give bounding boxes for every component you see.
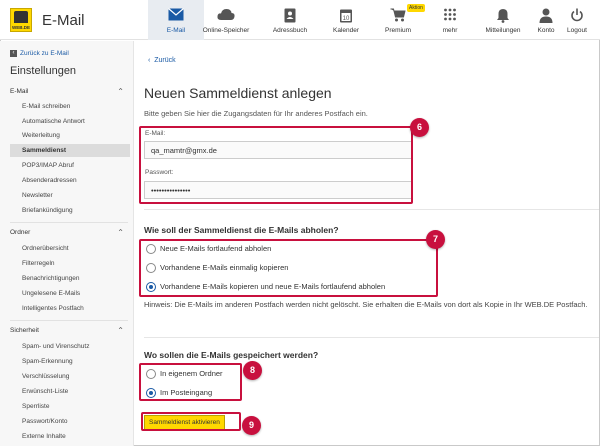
- back-label: Zurück: [154, 57, 176, 64]
- nav-email[interactable]: E-Mail: [148, 0, 204, 40]
- envelope-icon: [168, 8, 184, 21]
- nav-premium[interactable]: Aktion Premium: [370, 0, 426, 40]
- cloud-icon: [217, 9, 235, 20]
- cart-icon: [390, 8, 406, 22]
- bell-icon: [497, 9, 509, 23]
- nav-label: Kalender: [332, 27, 360, 34]
- sidebar-item-sperrliste[interactable]: Sperrliste: [10, 400, 130, 413]
- group-label: Ordner: [10, 229, 31, 236]
- sidebar-title: Einstellungen: [10, 65, 77, 77]
- back-link[interactable]: ‹ Zurück: [148, 57, 176, 64]
- sidebar-item-sammeldienst[interactable]: Sammeldienst: [10, 144, 130, 157]
- sidebar-item-weiterleitung[interactable]: Weiterleitung: [10, 129, 130, 142]
- fetch-heading: Wie soll der Sammeldienst die E-Mails ab…: [144, 225, 339, 235]
- highlight-box-activate-button: [141, 412, 241, 431]
- back-to-email-link[interactable]: ‹ Zurück zu E-Mail: [10, 50, 69, 57]
- sidebar-item-absenderadressen[interactable]: Absenderadressen: [10, 174, 130, 187]
- sidebar-item-passwort-konto[interactable]: Passwort/Konto: [10, 415, 130, 428]
- chevron-up-icon: ⌃: [117, 326, 124, 335]
- chevron-up-icon: ⌃: [117, 228, 124, 237]
- sidebar-item-erwuenscht-liste[interactable]: Erwünscht-Liste: [10, 385, 130, 398]
- highlight-box-fetch-options: [139, 239, 438, 297]
- highlight-box-store-options: [139, 363, 242, 401]
- highlight-box-credentials: [139, 126, 413, 204]
- nav-logout[interactable]: Logout: [554, 0, 600, 40]
- group-label: E-Mail: [10, 88, 29, 95]
- sidebar-group-ordner[interactable]: Ordner ⌃: [10, 228, 128, 237]
- top-bar: WEB.DE E-Mail E-Mail Online-Speicher Adr…: [0, 0, 600, 40]
- logo-text: WEB.DE: [12, 25, 30, 30]
- chevron-left-icon: ‹: [148, 57, 151, 64]
- sidebar-item-verschluesselung[interactable]: Verschlüsselung: [10, 370, 130, 383]
- divider: [144, 337, 599, 338]
- page-subtitle: Bitte geben Sie hier die Zugangsdaten fü…: [144, 109, 368, 118]
- sidebar-item-benachrichtigungen[interactable]: Benachrichtigungen: [10, 272, 130, 285]
- nav-label: mehr: [442, 27, 458, 34]
- sidebar-item-intelligentes-postfach[interactable]: Intelligentes Postfach: [10, 302, 130, 315]
- nav-label: E-Mail: [166, 27, 186, 34]
- user-icon: [539, 8, 553, 23]
- webde-logo[interactable]: WEB.DE: [10, 8, 32, 32]
- store-heading: Wo sollen die E-Mails gespeichert werden…: [144, 350, 319, 360]
- page-title: Neuen Sammeldienst anlegen: [144, 85, 332, 101]
- sidebar-item-externe-inhalte[interactable]: Externe Inhalte: [10, 430, 130, 443]
- hint-text: Hinweis: Die E-Mails im anderen Postfach…: [144, 300, 588, 309]
- nav-mehr[interactable]: mehr: [422, 0, 478, 40]
- divider: [144, 209, 599, 210]
- calendar-day: 10: [343, 16, 350, 22]
- step-number-badge: 7: [426, 230, 445, 249]
- step-number-badge: 9: [242, 416, 261, 435]
- nav-label: Online-Speicher: [202, 27, 250, 34]
- group-label: Sicherheit: [10, 327, 39, 334]
- settings-sidebar: ‹ Zurück zu E-Mail Einstellungen E-Mail ⌃…: [0, 41, 134, 446]
- nav-label: Adressbuch: [272, 27, 308, 34]
- nav-label: Logout: [567, 27, 587, 34]
- nav-kalender[interactable]: 10 Kalender: [318, 0, 374, 40]
- sidebar-item-filterregeln[interactable]: Filterregeln: [10, 257, 130, 270]
- nav-label: Premium: [384, 27, 411, 34]
- chevron-left-icon: ‹: [10, 50, 17, 57]
- divider: [10, 320, 128, 321]
- sidebar-item-briefankuendigung[interactable]: Briefankündigung: [10, 204, 130, 217]
- calendar-icon: 10: [340, 9, 352, 23]
- sidebar-group-email[interactable]: E-Mail ⌃: [10, 87, 128, 96]
- sidebar-item-pop3-imap[interactable]: POP3/IMAP Abruf: [10, 159, 130, 172]
- nav-adressbuch[interactable]: Adressbuch: [262, 0, 318, 40]
- back-to-email-label: Zurück zu E-Mail: [20, 50, 69, 58]
- nav-online-speicher[interactable]: Online-Speicher: [197, 0, 255, 40]
- step-number-badge: 6: [410, 118, 429, 137]
- sidebar-item-automatische-antwort[interactable]: Automatische Antwort: [10, 115, 130, 128]
- power-icon: [571, 8, 583, 22]
- grid-icon: [444, 8, 456, 21]
- sidebar-item-spam-erkennung[interactable]: Spam-Erkennung: [10, 355, 130, 368]
- sidebar-group-sicherheit[interactable]: Sicherheit ⌃: [10, 326, 128, 335]
- sidebar-item-email-schreiben[interactable]: E-Mail schreiben: [10, 100, 130, 113]
- app-title: E-Mail: [42, 12, 85, 29]
- chevron-up-icon: ⌃: [117, 87, 124, 96]
- sidebar-item-ungelesene-emails[interactable]: Ungelesene E-Mails: [10, 287, 130, 300]
- sidebar-item-ordneruebersicht[interactable]: Ordnerübersicht: [10, 242, 130, 255]
- divider: [10, 222, 128, 223]
- sidebar-item-spam-virenschutz[interactable]: Spam- und Virenschutz: [10, 340, 130, 353]
- step-number-badge: 8: [243, 361, 262, 380]
- address-book-icon: [284, 8, 296, 23]
- sidebar-item-newsletter[interactable]: Newsletter: [10, 189, 130, 202]
